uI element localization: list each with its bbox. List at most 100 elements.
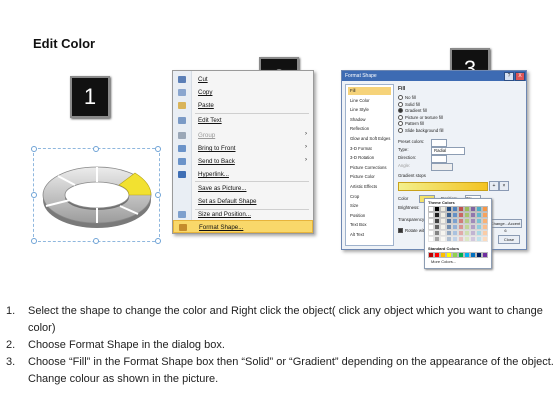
direction-dropdown[interactable] [431, 155, 447, 163]
fill-option-gradient-fill[interactable]: Gradient fill [398, 108, 478, 114]
radio-icon [398, 108, 403, 114]
chevron-right-icon: › [305, 157, 307, 163]
menu-item-label: Send to Back [198, 158, 235, 165]
bring-front-icon [178, 145, 186, 152]
close-icon[interactable]: X [515, 72, 525, 81]
context-menu: Cut Copy Paste Edit Text Group › Bring to Fron… [172, 70, 314, 234]
paste-icon [178, 102, 186, 109]
dialog-titlebar: Format Shape ? X [342, 71, 526, 81]
menu-item-paste[interactable]: Paste [173, 99, 313, 112]
format-shape-icon [179, 224, 187, 231]
transparency-label: Transparency: [398, 217, 426, 222]
gradient-stops-bar[interactable] [398, 182, 488, 191]
nav-item-text-box[interactable]: Text Box [348, 221, 391, 229]
brightness-label: Brightness: [398, 205, 420, 210]
fill-option-slide-background-fill[interactable]: Slide background fill [398, 128, 478, 134]
format-nav-list: Fill Line Color Line Style Shadow Reflection… [345, 84, 394, 246]
radio-icon [398, 101, 403, 107]
radio-icon [398, 121, 403, 127]
nav-item-alt-text[interactable]: Alt Text [348, 231, 391, 239]
type-select[interactable]: Radial [431, 147, 465, 155]
nav-item-artistic-effects[interactable]: Artistic Effects [348, 183, 391, 191]
menu-separator [195, 209, 309, 210]
menu-item-label: Format Shape... [199, 224, 244, 231]
fill-option-label: Solid fill [405, 101, 420, 107]
menu-item-set-as-default-shape[interactable]: Set as Default Shape [173, 195, 313, 208]
nav-item-crop[interactable]: Crop [348, 193, 391, 201]
instruction-step: 3. Choose “Fill” in the Format Shape box … [6, 354, 554, 388]
send-back-icon [178, 158, 186, 165]
change-button[interactable]: Change...Accent 6 [489, 219, 522, 233]
ring-diagram[interactable] [34, 149, 159, 241]
menu-item-label: Size and Position... [198, 211, 251, 218]
nav-item-reflection[interactable]: Reflection [348, 125, 391, 133]
menu-item-copy[interactable]: Copy [173, 86, 313, 99]
theme-color-swatch[interactable] [482, 236, 488, 242]
menu-item-label: Hyperlink... [198, 171, 229, 178]
menu-item-send-to-back[interactable]: Send to Back › [173, 155, 313, 168]
size-position-icon [178, 211, 186, 218]
chevron-right-icon: › [305, 131, 307, 137]
nav-item-glow-and-soft-edges[interactable]: Glow and Soft Edges [348, 135, 391, 143]
copy-icon [178, 89, 186, 96]
fill-option-no-fill[interactable]: No fill [398, 95, 478, 101]
nav-item-3-d-rotation[interactable]: 3-D Rotation [348, 154, 391, 162]
fill-option-label: Pattern fill [405, 121, 425, 126]
menu-item-label: Edit Text [198, 117, 222, 124]
fill-option-solid-fill[interactable]: Solid fill [398, 102, 478, 108]
instruction-text: Select the shape to change the color and… [28, 305, 543, 334]
close-button[interactable]: Close [498, 235, 520, 244]
nav-item-line-color[interactable]: Line Color [348, 97, 391, 105]
help-button[interactable]: ? [504, 72, 514, 81]
menu-item-edit-text[interactable]: Edit Text [173, 114, 313, 127]
menu-item-format-shape[interactable]: Format Shape... [173, 220, 313, 233]
nav-item-fill[interactable]: Fill [348, 87, 391, 95]
hyperlink-icon [178, 171, 186, 178]
angle-label: Angle: [398, 163, 411, 168]
instruction-text: Choose “Fill” in the Format Shape box th… [28, 356, 554, 385]
gradient-stops-label: Gradient stops [398, 173, 426, 178]
nav-item-3-d-format[interactable]: 3-D Format [348, 145, 391, 153]
nav-item-picture-corrections[interactable]: Picture Corrections [348, 164, 391, 172]
angle-input[interactable] [431, 163, 453, 171]
fill-option-pattern-fill[interactable]: Pattern fill [398, 121, 478, 127]
nav-item-line-style[interactable]: Line Style [348, 106, 391, 114]
type-label: Type: [398, 147, 409, 152]
instruction-step: 2. Choose Format Shape in the dialog box. [6, 337, 554, 354]
nav-item-picture-color[interactable]: Picture Color [348, 173, 391, 181]
instruction-number: 2. [6, 339, 16, 351]
instruction-text: Choose Format Shape in the dialog box. [28, 339, 225, 351]
color-palette-dropdown: Theme Colors Standard Colors More Colors… [424, 198, 492, 269]
preset-colors-dropdown[interactable] [431, 139, 447, 147]
nav-item-shadow[interactable]: Shadow [348, 116, 391, 124]
page-title: Edit Color [33, 36, 96, 51]
dialog-title: Format Shape [345, 73, 377, 79]
instructions-list: 1. Select the shape to change the color a… [6, 303, 554, 388]
standard-color-swatch[interactable] [482, 252, 488, 258]
fill-option-label: Gradient fill [405, 108, 427, 113]
add-stop-button[interactable]: + [489, 181, 499, 191]
menu-item-save-as-picture[interactable]: Save as Picture... [173, 182, 313, 195]
menu-separator [195, 113, 309, 114]
more-colors-link[interactable]: More Colors... [431, 259, 456, 264]
radio-icon [398, 114, 403, 120]
nav-item-size[interactable]: Size [348, 202, 391, 210]
menu-item-bring-to-front[interactable]: Bring to Front › [173, 142, 313, 155]
selected-ring-shape[interactable] [31, 146, 161, 244]
menu-item-cut[interactable]: Cut [173, 73, 313, 86]
remove-stop-button[interactable]: × [499, 181, 509, 191]
theme-colors-heading: Theme Colors [428, 200, 455, 205]
fill-option-label: Picture or texture fill [405, 114, 443, 120]
menu-item-hyperlink[interactable]: Hyperlink... [173, 168, 313, 181]
edit-text-icon [178, 117, 186, 124]
instruction-step: 1. Select the shape to change the color a… [6, 303, 554, 337]
direction-label: Direction: [398, 155, 417, 160]
instruction-number: 1. [6, 305, 16, 317]
nav-item-position[interactable]: Position [348, 212, 391, 220]
menu-item-label: Paste [198, 102, 214, 109]
scissors-icon [178, 76, 186, 83]
chevron-right-icon: › [305, 144, 307, 150]
fill-option-picture-or-texture-fill[interactable]: Picture or texture fill [398, 115, 478, 121]
menu-item-label: Cut [198, 76, 208, 83]
preset-colors-label: Preset colors: [398, 139, 425, 144]
